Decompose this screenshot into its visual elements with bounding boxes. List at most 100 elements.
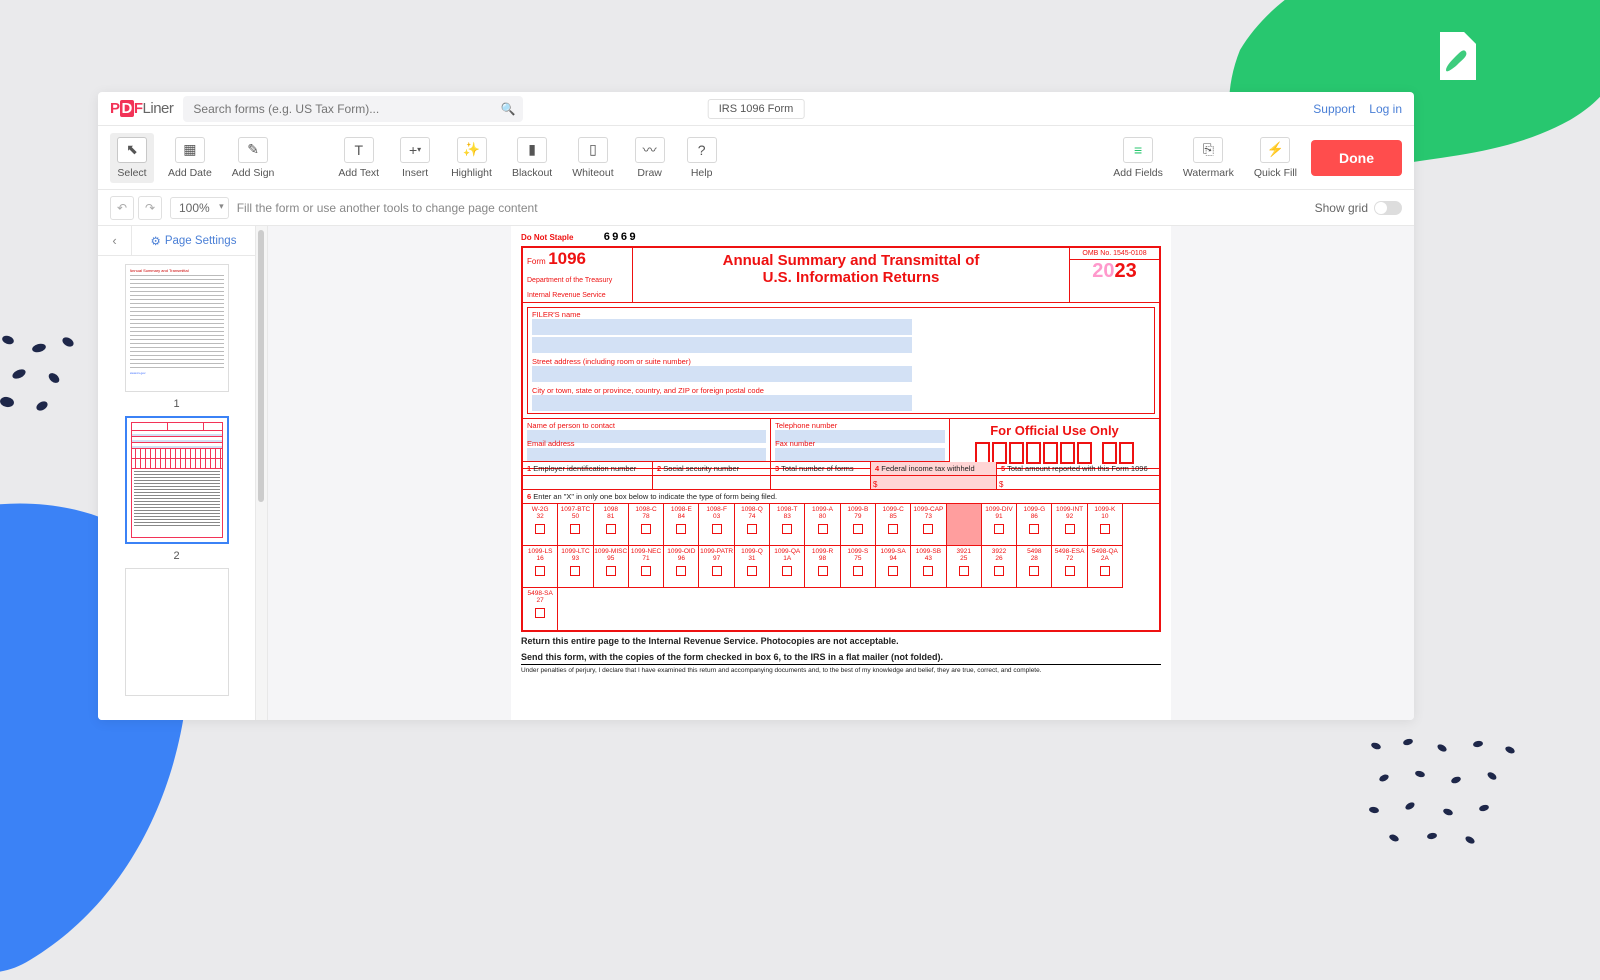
form-type-checkbox[interactable]: 1097-BTC50 (558, 504, 593, 546)
text-icon: T (344, 137, 374, 163)
form-type-checkbox[interactable]: 1098-C78 (629, 504, 664, 546)
login-link[interactable]: Log in (1369, 102, 1402, 116)
watermark-tool[interactable]: ⎘Watermark (1177, 133, 1240, 183)
box3-input[interactable] (771, 476, 871, 489)
form-type-checkbox[interactable]: 1099-B79 (841, 504, 876, 546)
filers-name-input[interactable] (532, 319, 912, 335)
form-type-checkbox[interactable]: 1099-PATR97 (699, 546, 734, 588)
undo-redo: ↶ ↷ (110, 196, 162, 220)
navy-dots-decoration (0, 330, 90, 420)
form-type-checkbox[interactable]: 1099-LTC93 (558, 546, 593, 588)
add-sign-tool[interactable]: ✎Add Sign (226, 133, 281, 183)
form-type-checkbox[interactable]: 1099-LS16 (523, 546, 558, 588)
help-tool[interactable]: ?Help (680, 133, 724, 183)
zoom-select[interactable]: 100% (170, 197, 229, 219)
highlight-tool[interactable]: ✨Highlight (445, 133, 498, 183)
form-type-checkbox[interactable]: 109881 (594, 504, 629, 546)
form-type-checkbox[interactable]: 5498-SA27 (523, 588, 558, 630)
page-settings-button[interactable]: ⚙Page Settings (132, 234, 255, 248)
search-wrap: 🔍 (183, 96, 523, 122)
form-type-checkbox[interactable]: 5498-ESA72 (1052, 546, 1087, 588)
email-input[interactable] (527, 448, 766, 461)
blackout-tool[interactable]: ▮Blackout (506, 133, 558, 183)
sidebar-back-button[interactable]: ‹ (98, 226, 132, 256)
form-type-checkbox[interactable]: 1099-SB43 (911, 546, 946, 588)
form-type-checkbox[interactable]: 1099-SA94 (876, 546, 911, 588)
thumbnail-page-1[interactable]: Annual Summary and Transmittalwww.irs.go… (125, 264, 229, 392)
form-type-checkbox[interactable]: 1099-R98 (805, 546, 840, 588)
search-input[interactable] (183, 96, 523, 122)
checks-row-1: W-2G321097-BTC501098811098-C781098-E8410… (523, 504, 1159, 546)
help-icon: ? (687, 137, 717, 163)
document-name[interactable]: IRS 1096 Form (708, 99, 805, 119)
form-type-checkbox[interactable]: W-2G32 (523, 504, 558, 546)
form-type-checkbox[interactable]: 1098-Q74 (735, 504, 770, 546)
fields-icon: ≡ (1123, 137, 1153, 163)
form-type-checkbox[interactable]: 392226 (982, 546, 1017, 588)
box1-input[interactable] (523, 476, 653, 489)
form-type-checkbox[interactable]: 5498-QA2A (1088, 546, 1123, 588)
form-type-checkbox[interactable]: 1099-MISC95 (594, 546, 629, 588)
form-type-checkbox[interactable]: 549828 (1017, 546, 1052, 588)
thumbnail-page-2[interactable] (125, 416, 229, 544)
navy-dots-decoration (1360, 730, 1520, 850)
quick-fill-tool[interactable]: ⚡Quick Fill (1248, 133, 1303, 183)
form-type-checkbox[interactable]: 1099-K10 (1088, 504, 1123, 546)
show-grid-label: Show grid (1315, 201, 1368, 215)
form-type-checkbox[interactable]: 1098-F03 (699, 504, 734, 546)
done-button[interactable]: Done (1311, 140, 1402, 176)
bolt-icon: ⚡ (1260, 137, 1290, 163)
insert-tool[interactable]: +▾Insert (393, 133, 437, 183)
gear-icon: ⚙ (151, 234, 161, 248)
form-type-checkbox[interactable]: 1099-C85 (876, 504, 911, 546)
form-page: Do Not Staple6969 Form 1096Department of… (511, 226, 1171, 720)
form-type-checkbox[interactable]: 1099-CAP73 (911, 504, 946, 546)
form-type-checkbox[interactable]: 1099-S75 (841, 546, 876, 588)
form-type-checkbox[interactable]: 1099-INT92 (1052, 504, 1087, 546)
checks-row-3: 5498-SA27 (523, 588, 1159, 630)
add-fields-tool[interactable]: ≡Add Fields (1107, 133, 1169, 183)
city-input[interactable] (532, 395, 912, 411)
thumbnail-page-3[interactable] (125, 568, 229, 696)
form-type-checkbox[interactable]: 1098-E84 (664, 504, 699, 546)
header-links: Support Log in (1313, 102, 1402, 116)
form-type-checkbox[interactable]: 392125 (947, 546, 982, 588)
add-text-tool[interactable]: TAdd Text (332, 133, 385, 183)
form-type-checkbox[interactable]: 1099-A80 (805, 504, 840, 546)
official-boxes (954, 442, 1155, 464)
sidebar: ‹ ⚙Page Settings Annual Summary and Tran… (98, 226, 256, 720)
show-grid-toggle[interactable]: Show grid (1315, 201, 1402, 215)
pdf-badge-icon (1432, 30, 1480, 82)
select-tool[interactable]: ⬉Select (110, 133, 154, 183)
form-1096: Form 1096Department of the TreasuryInter… (521, 246, 1161, 632)
filers-name-input-2[interactable] (532, 337, 912, 353)
support-link[interactable]: Support (1313, 102, 1355, 116)
redo-button[interactable]: ↷ (138, 196, 162, 220)
box2-input[interactable] (653, 476, 771, 489)
form-type-checkbox[interactable] (947, 504, 982, 546)
footer-line-1: Return this entire page to the Internal … (521, 632, 1161, 648)
box4-input[interactable]: $ (871, 476, 997, 489)
form-type-checkbox[interactable]: 1099-OID96 (664, 546, 699, 588)
form-type-checkbox[interactable]: 1099-G86 (1017, 504, 1052, 546)
sidebar-scrollbar[interactable] (256, 226, 268, 720)
street-input[interactable] (532, 366, 912, 382)
draw-tool[interactable]: 〰Draw (628, 133, 672, 183)
watermark-icon: ⎘ (1193, 137, 1223, 163)
fax-input[interactable] (775, 448, 945, 461)
form-type-checkbox[interactable]: 1098-T83 (770, 504, 805, 546)
canvas[interactable]: Do Not Staple6969 Form 1096Department of… (268, 226, 1414, 720)
form-type-checkbox[interactable]: 1099-DIV91 (982, 504, 1017, 546)
box5-input[interactable]: $ (997, 476, 1159, 489)
add-date-tool[interactable]: ▦Add Date (162, 133, 218, 183)
thumb-1-label: 1 (173, 398, 179, 410)
highlight-icon: ✨ (457, 137, 487, 163)
form-type-checkbox[interactable]: 1099-NEC71 (629, 546, 664, 588)
undo-button[interactable]: ↶ (110, 196, 134, 220)
whiteout-tool[interactable]: ▯Whiteout (566, 133, 619, 183)
form-type-checkbox[interactable]: 1099-Q31 (735, 546, 770, 588)
form-type-checkbox[interactable]: 1099-QA1A (770, 546, 805, 588)
cursor-icon: ⬉ (117, 137, 147, 163)
search-icon[interactable]: 🔍 (500, 102, 515, 116)
do-not-staple-label: Do Not Staple (521, 233, 573, 242)
